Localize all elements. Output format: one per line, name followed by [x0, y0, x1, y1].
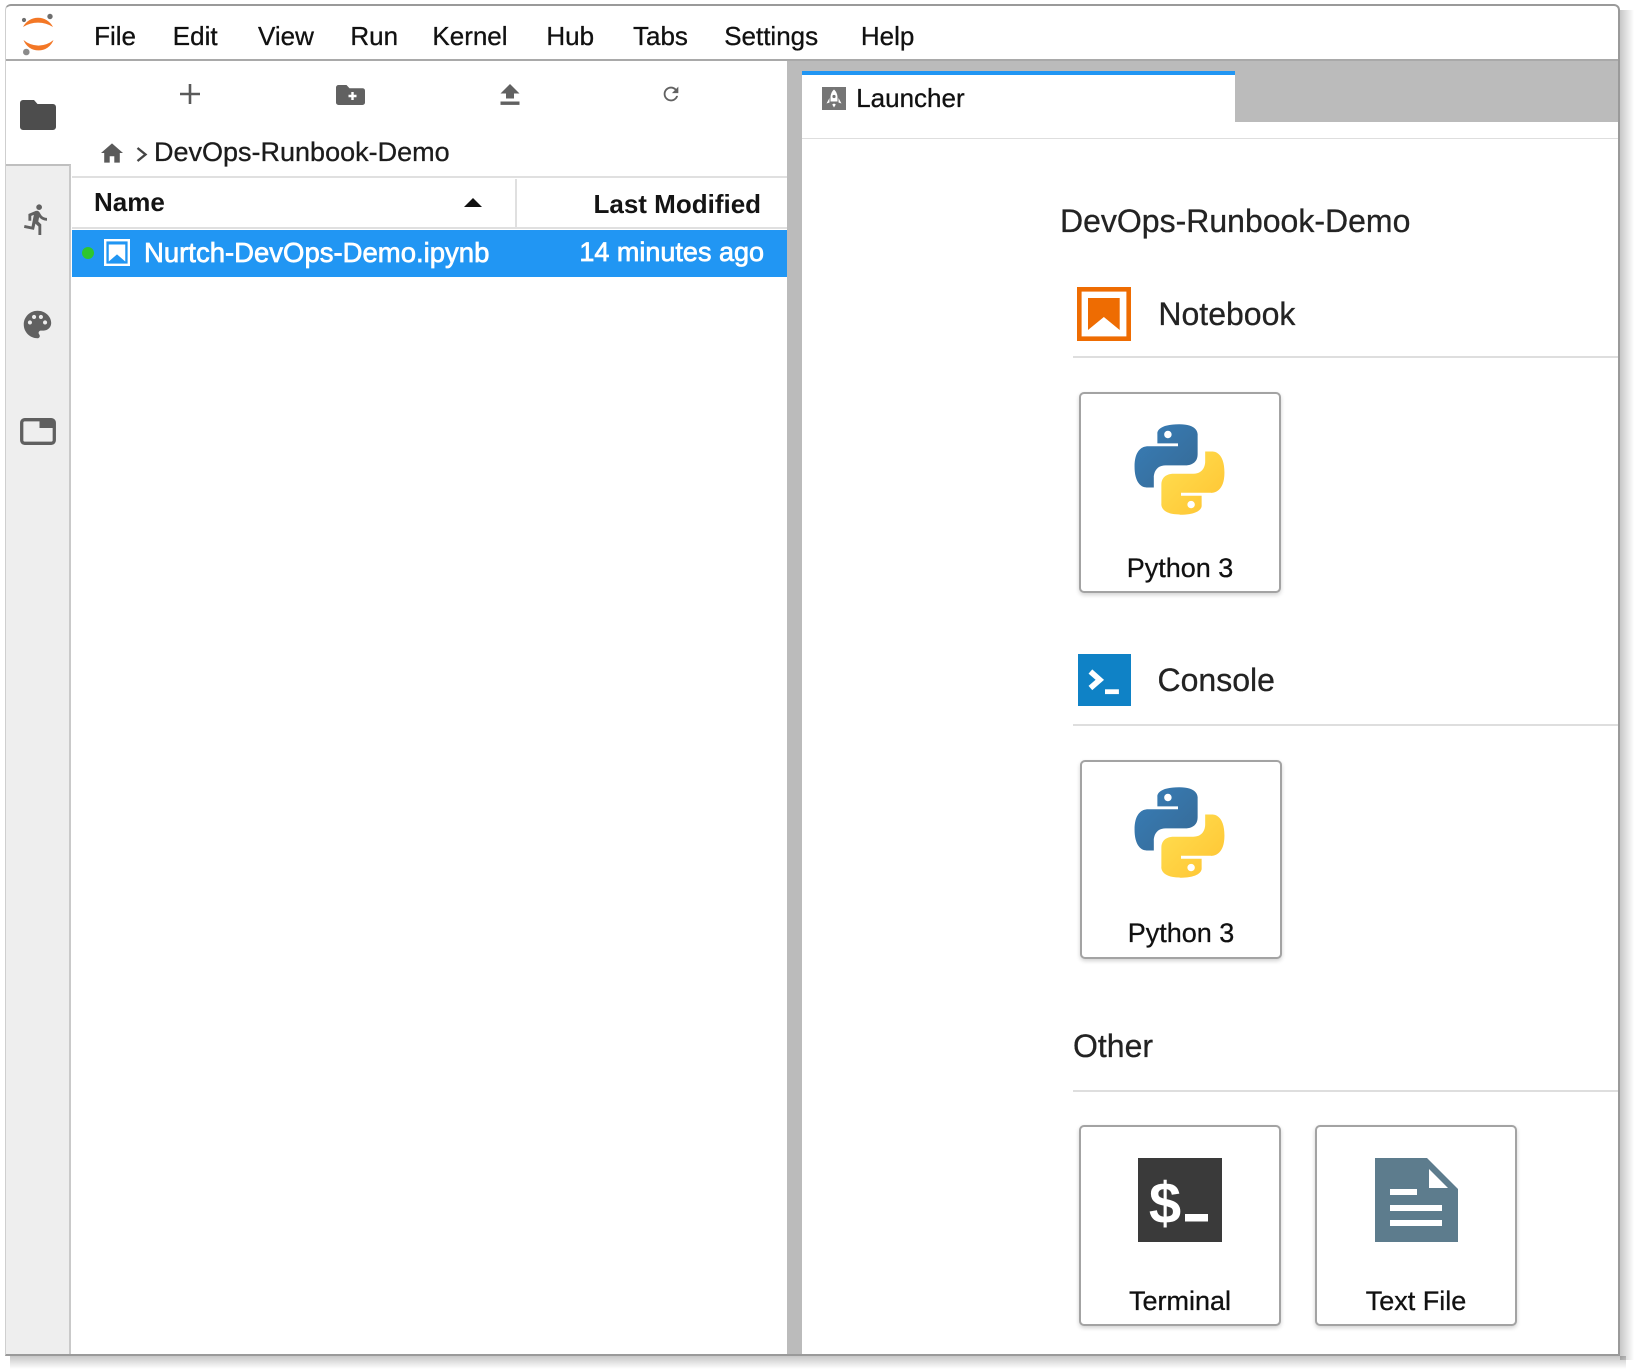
svg-text:$: $: [1149, 1171, 1181, 1236]
